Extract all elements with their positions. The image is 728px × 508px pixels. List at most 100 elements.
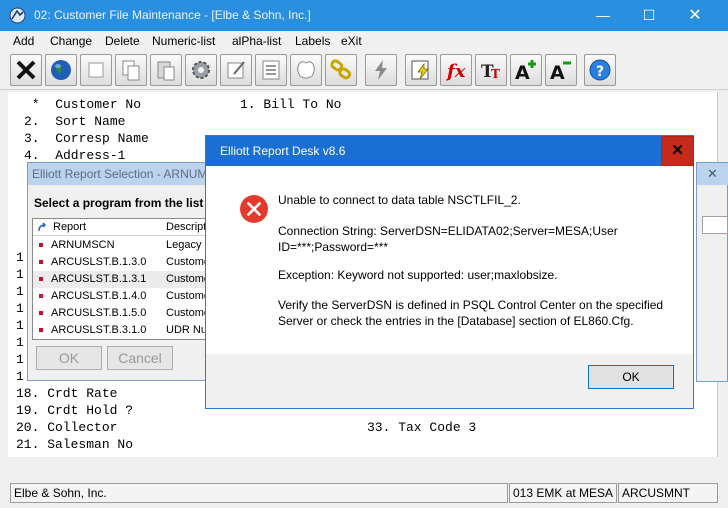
svg-text:T: T (491, 67, 500, 81)
report-selection-prompt: Select a program from the list b (34, 196, 215, 210)
column-header-description[interactable]: Descript (166, 221, 206, 233)
report-description: Custome (166, 273, 211, 285)
sort-arrow-icon[interactable] (37, 222, 49, 234)
field-collector[interactable]: 20. Collector (16, 419, 117, 436)
globe-tool-button[interactable] (45, 54, 77, 86)
app-icon (9, 7, 26, 24)
dialog-ok-button[interactable]: OK (588, 365, 674, 389)
status-bar: Elbe & Sohn, Inc. 013 EMK at MESA ARCUSM… (0, 480, 728, 508)
decrease-font-tool-button[interactable]: A (545, 54, 577, 86)
help-text-cont: Server or check the entries in the [Data… (278, 314, 634, 328)
function-icon: fx (445, 61, 466, 82)
report-row[interactable]: ARCUSLST.B.1.3.1 Custome (33, 271, 215, 288)
exit-tool-button[interactable] (10, 54, 42, 86)
bullet-icon (39, 294, 43, 298)
lightning-tool-button[interactable] (365, 54, 397, 86)
field-crdt-hold[interactable]: 19. Crdt Hold ? (16, 402, 133, 419)
increase-font-tool-button[interactable]: A (510, 54, 542, 86)
report-row[interactable]: ARNUMSCN Legacy (33, 237, 215, 254)
font-size-icon: TT (481, 62, 500, 82)
paste-tool-button[interactable] (150, 54, 182, 86)
error-dialog: Elliott Report Desk v8.6 ✕ Unable to con… (205, 135, 694, 409)
background-window-title-bar[interactable]: ✕ (697, 163, 728, 185)
svg-text:fx: fx (445, 61, 466, 82)
connection-string-text-cont: ID=***;Password=*** (278, 240, 389, 254)
report-selection-title-bar[interactable]: Elliott Report Selection - ARNUM (28, 163, 216, 185)
background-window-panel (702, 216, 728, 234)
status-user: 013 EMK at MESA (509, 483, 617, 503)
hidden-field-digit: 1 (16, 250, 24, 265)
gear-tool-button[interactable] (185, 54, 217, 86)
report-row[interactable]: ARCUSLST.B.1.5.0 Custome (33, 305, 215, 322)
menu-alpha-list[interactable]: alPha-list (232, 34, 281, 48)
report-selection-window: Elliott Report Selection - ARNUM Select … (27, 162, 217, 381)
hidden-field-digit: 1 (16, 301, 24, 316)
notes-tool-button[interactable] (290, 54, 322, 86)
report-description: Legacy (166, 239, 202, 251)
chain-link-tool-button[interactable] (325, 54, 357, 86)
report-ok-button[interactable]: OK (36, 346, 102, 370)
report-lightning-tool-button[interactable] (405, 54, 437, 86)
report-row[interactable]: ARCUSLST.B.3.1.0 UDR Nu (33, 322, 215, 339)
function-tool-button[interactable]: fx (440, 54, 472, 86)
menu-exit[interactable]: eXit (341, 34, 362, 48)
dialog-title-bar[interactable]: Elliott Report Desk v8.6 (206, 136, 693, 166)
field-crdt-rate[interactable]: 18. Crdt Rate (16, 385, 117, 402)
report-row[interactable]: ARCUSLST.B.1.3.0 Custome (33, 254, 215, 271)
blank-tool-button[interactable] (80, 54, 112, 86)
font-size-tool-button[interactable]: TT (475, 54, 507, 86)
bullet-icon (39, 260, 43, 264)
field-salesman-no[interactable]: 21. Salesman No (16, 436, 133, 453)
dialog-close-button[interactable]: ✕ (661, 136, 694, 166)
hidden-field-digit: 1 (16, 335, 24, 350)
hidden-field-digit: 1 (16, 369, 24, 384)
list-tool-button[interactable] (255, 54, 287, 86)
edit-form-tool-button[interactable] (220, 54, 252, 86)
menu-numeric-list[interactable]: Numeric-list (152, 34, 215, 48)
close-button[interactable]: ✕ (672, 0, 718, 31)
error-message: Unable to connect to data table NSCTLFIL… (278, 193, 521, 207)
help-tool-button[interactable]: ? (584, 54, 616, 86)
menu-add[interactable]: Add (13, 34, 34, 48)
report-description: Custome (166, 256, 211, 268)
menu-delete[interactable]: Delete (105, 34, 140, 48)
notes-icon (297, 61, 315, 79)
maximize-button[interactable]: ☐ (626, 0, 672, 31)
background-window: ✕ (696, 162, 728, 382)
hidden-field-digit: 1 (16, 318, 24, 333)
copy-tool-button[interactable] (115, 54, 147, 86)
report-lightning-icon (411, 60, 429, 80)
hidden-field-digit: 1 (16, 352, 24, 367)
report-cancel-button[interactable]: Cancel (107, 346, 173, 370)
field-tax-code-3[interactable]: 33. Tax Code 3 (367, 419, 476, 436)
title-bar[interactable]: 02: Customer File Maintenance - [Elbe & … (0, 0, 728, 31)
report-row[interactable]: ARCUSLST.B.1.4.0 Custome (33, 288, 215, 305)
menu-bar: Add Change Delete Numeric-list alPha-lis… (0, 31, 728, 51)
report-name: ARNUMSCN (51, 239, 115, 251)
field-corresp-name[interactable]: 3. Corresp Name (24, 130, 149, 147)
field-bill-to-no[interactable]: 1. Bill To No (240, 96, 341, 113)
menu-labels[interactable]: Labels (295, 34, 330, 48)
hidden-field-digit: 1 (16, 284, 24, 299)
exception-text: Exception: Keyword not supported: user;m… (278, 268, 558, 282)
minimize-button[interactable]: — (580, 0, 626, 31)
report-name: ARCUSLST.B.3.1.0 (51, 324, 147, 336)
copy-icon (122, 60, 140, 81)
column-header-report[interactable]: Report (53, 221, 86, 233)
bullet-icon (39, 328, 43, 332)
blank-icon (88, 62, 104, 78)
report-list[interactable]: Report Descript ARNUMSCN Legacy ARCUSLST… (32, 218, 216, 340)
edit-form-icon (227, 61, 245, 79)
menu-change[interactable]: Change (50, 34, 92, 48)
report-name: ARCUSLST.B.1.3.1 (51, 273, 147, 285)
bullet-icon (39, 243, 43, 247)
background-window-close-button[interactable]: ✕ (707, 166, 718, 182)
field-sort-name[interactable]: 2. Sort Name (24, 113, 125, 130)
field-customer-no[interactable]: * Customer No (24, 96, 141, 113)
report-description: Custome (166, 290, 211, 302)
exit-icon (16, 60, 36, 80)
hidden-field-digit: 1 (16, 267, 24, 282)
report-description: UDR Nu (166, 324, 207, 336)
status-program: ARCUSMNT (618, 483, 718, 503)
toolbar: fx TT A A ? (0, 52, 728, 90)
